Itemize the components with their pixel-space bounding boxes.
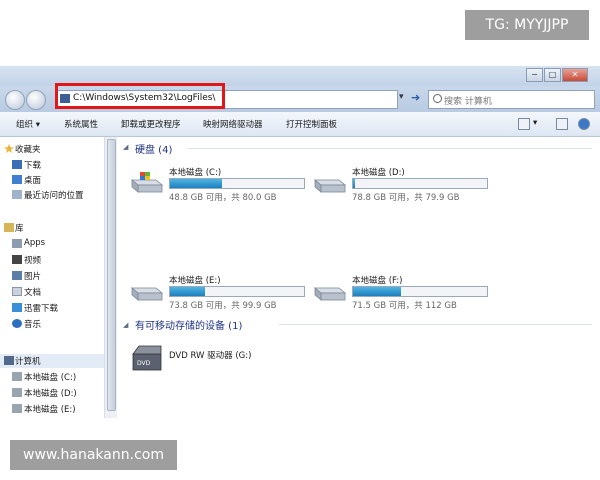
free-space-text: 78.8 GB 可用，共 79.9 GB: [352, 193, 460, 203]
sidebar-item-thunder[interactable]: 迅雷下载: [24, 302, 58, 314]
drive-name[interactable]: 本地磁盘 (F:): [352, 274, 402, 286]
capacity-bar: [169, 178, 305, 189]
sidebar-favorites[interactable]: 收藏夹: [15, 143, 41, 155]
content-pane: ◢ 硬盘 (4) 本地磁盘 (C:) 48.8 GB 可用，共 80.0 GB …: [117, 137, 600, 418]
collapse-icon[interactable]: ◢: [123, 143, 128, 151]
group-divider: [187, 148, 592, 149]
drive-icon[interactable]: [130, 280, 164, 302]
drive-name[interactable]: 本地磁盘 (C:): [169, 166, 221, 178]
sidebar-item-apps[interactable]: Apps: [24, 238, 45, 248]
back-button[interactable]: [5, 90, 25, 110]
hard-disks-title[interactable]: 硬盘 (4): [135, 141, 172, 156]
free-space-text: 48.8 GB 可用，共 80.0 GB: [169, 193, 277, 203]
preview-pane-icon[interactable]: [556, 118, 568, 130]
maximize-button[interactable]: □: [544, 68, 561, 82]
system-drive-icon[interactable]: [130, 172, 164, 194]
drive-icon[interactable]: [313, 172, 347, 194]
music-icon: [12, 319, 22, 328]
organize-button[interactable]: 组织 ▾: [16, 118, 40, 130]
folder-icon: [12, 239, 22, 248]
sidebar-item-music[interactable]: 音乐: [24, 318, 41, 330]
desktop-icon: [12, 175, 22, 184]
drive-name[interactable]: 本地磁盘 (D:): [352, 166, 405, 178]
sidebar-item-pictures[interactable]: 图片: [24, 270, 41, 282]
view-dropdown-icon[interactable]: ▾: [533, 118, 537, 128]
sidebar-scroll-thumb[interactable]: [107, 139, 116, 411]
watermark-url: www.hanakann.com: [10, 440, 177, 470]
capacity-bar: [352, 286, 488, 297]
dvd-drive-icon[interactable]: DVD: [131, 342, 163, 372]
capacity-fill: [353, 179, 355, 188]
sidebar-item-drive-e[interactable]: 本地磁盘 (E:): [24, 403, 76, 415]
group-divider: [279, 324, 592, 325]
watermark-tag: TG: MYYJJPP: [465, 10, 589, 40]
help-icon[interactable]: [578, 118, 590, 130]
capacity-fill: [353, 287, 401, 296]
address-highlight-box: [55, 83, 225, 109]
minimize-button[interactable]: −: [526, 68, 543, 82]
window-controls: − □ ✕: [525, 68, 588, 82]
capacity-fill: [170, 287, 205, 296]
sidebar-scrollbar[interactable]: [104, 137, 117, 418]
system-properties-button[interactable]: 系统属性: [64, 118, 98, 130]
capacity-fill: [170, 179, 222, 188]
drive-icon[interactable]: [313, 280, 347, 302]
sidebar-computer[interactable]: 计算机: [15, 355, 41, 367]
drive-name[interactable]: 本地磁盘 (E:): [169, 274, 221, 286]
drive-icon: [12, 404, 22, 413]
library-icon: [4, 223, 14, 232]
downloads-icon: [12, 160, 22, 169]
pictures-icon: [12, 271, 22, 280]
computer-icon: [4, 356, 14, 365]
view-options-icon[interactable]: [518, 118, 530, 130]
close-button[interactable]: ✕: [562, 68, 588, 82]
sidebar-item-downloads[interactable]: 下载: [24, 159, 41, 171]
navigation-pane: 收藏夹 下载 桌面 最近访问的位置 库 Apps 视频 图片 文档 迅雷下载 音…: [0, 137, 104, 418]
dvd-drive-name[interactable]: DVD RW 驱动器 (G:): [169, 349, 251, 361]
sidebar-item-drive-d[interactable]: 本地磁盘 (D:): [24, 387, 77, 399]
free-space-text: 73.8 GB 可用，共 99.9 GB: [169, 301, 277, 311]
recent-places-icon: [12, 190, 22, 199]
open-control-panel-button[interactable]: 打开控制面板: [286, 118, 337, 130]
address-dropdown-icon[interactable]: ▾: [399, 92, 404, 102]
video-icon: [12, 255, 22, 264]
sidebar-item-desktop[interactable]: 桌面: [24, 174, 41, 186]
capacity-bar: [169, 286, 305, 297]
explorer-window: − □ ✕ C:\Windows\System32\LogFiles\ ▾ ➜ …: [0, 66, 600, 418]
search-placeholder: 搜索 计算机: [444, 97, 492, 107]
search-input[interactable]: 搜索 计算机: [428, 90, 595, 109]
go-arrow-icon[interactable]: ➜: [411, 91, 420, 104]
sidebar-item-drive-c[interactable]: 本地磁盘 (C:): [24, 371, 76, 383]
star-icon: [4, 144, 14, 153]
drive-icon: [12, 372, 22, 381]
document-icon: [12, 287, 22, 296]
removable-storage-title[interactable]: 有可移动存储的设备 (1): [135, 317, 242, 332]
capacity-bar: [352, 178, 488, 189]
dvd-icon-label: DVD: [137, 360, 151, 367]
sidebar-item-recent[interactable]: 最近访问的位置: [24, 189, 84, 201]
map-network-drive-button[interactable]: 映射网络驱动器: [203, 118, 263, 130]
thunder-download-icon: [12, 303, 22, 312]
uninstall-program-button[interactable]: 卸载或更改程序: [121, 118, 181, 130]
search-icon: [433, 94, 442, 103]
collapse-icon[interactable]: ◢: [123, 321, 128, 329]
forward-button[interactable]: [26, 90, 46, 110]
sidebar-libraries[interactable]: 库: [15, 222, 24, 234]
command-toolbar: 组织 ▾ 系统属性 卸载或更改程序 映射网络驱动器 打开控制面板 ▾: [0, 112, 600, 137]
sidebar-item-documents[interactable]: 文档: [24, 286, 41, 298]
sidebar-item-videos[interactable]: 视频: [24, 254, 41, 266]
drive-icon: [12, 388, 22, 397]
free-space-text: 71.5 GB 可用，共 112 GB: [352, 301, 457, 311]
